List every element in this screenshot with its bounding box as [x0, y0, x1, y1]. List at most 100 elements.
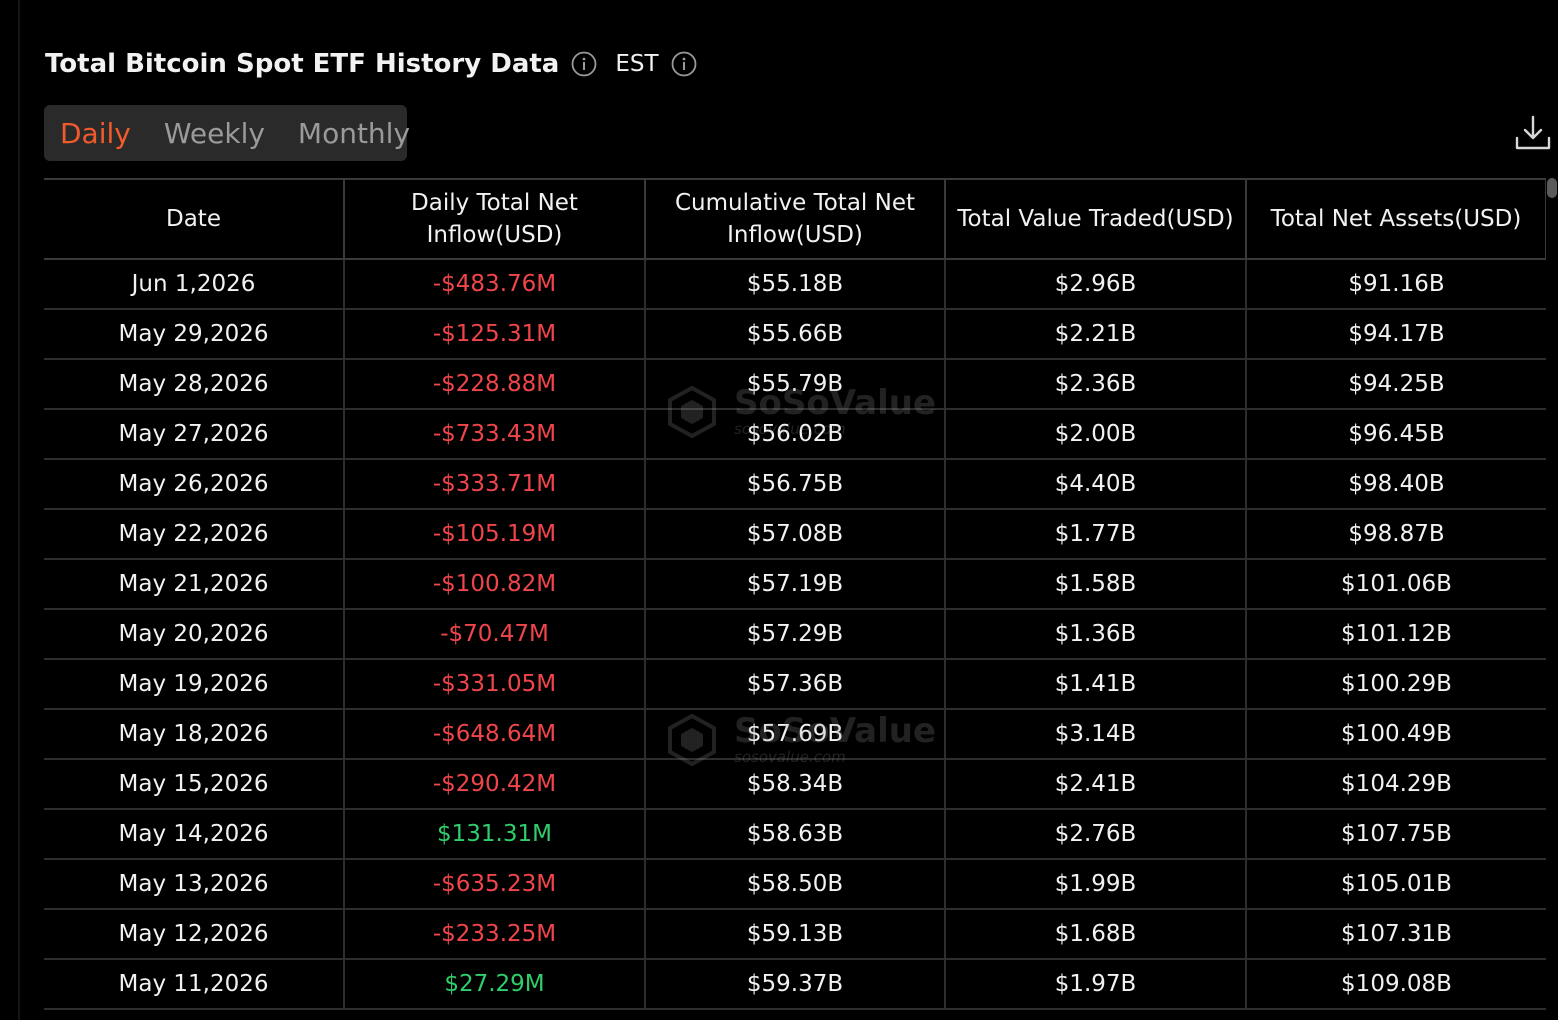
cell-daily-net-inflow: -$228.88M	[344, 359, 646, 410]
cell-value-traded: $2.36B	[945, 359, 1247, 410]
cell-value-traded: $4.40B	[945, 459, 1247, 510]
table-row: May 20,2026 -$70.47M $57.29B $1.36B $101.12B	[44, 609, 1546, 660]
cell-cumulative-net-inflow: $58.34B	[645, 759, 946, 810]
cell-date: May 12,2026	[44, 909, 345, 960]
column-header-value-traded[interactable]: Total Value Traded(USD)	[945, 178, 1247, 260]
cell-cumulative-net-inflow: $57.29B	[645, 609, 946, 660]
cell-date: May 13,2026	[44, 859, 345, 910]
cell-cumulative-net-inflow: $57.36B	[645, 659, 946, 710]
table-row: May 18,2026 -$648.64M $57.69B $3.14B $100.49…	[44, 709, 1546, 760]
cell-net-assets: $96.45B	[1246, 409, 1546, 460]
tab-monthly[interactable]: Monthly	[298, 117, 410, 150]
cell-value-traded: $1.36B	[945, 609, 1247, 660]
tab-weekly[interactable]: Weekly	[164, 117, 265, 150]
cell-daily-net-inflow: $131.31M	[344, 809, 646, 860]
cell-net-assets: $101.12B	[1246, 609, 1546, 660]
table-body: Jun 1,2026 -$483.76M $55.18B $2.96B $91.16B M…	[44, 259, 1546, 1010]
etf-history-panel: Total Bitcoin Spot ETF History Data EST …	[0, 0, 1558, 1020]
cell-daily-net-inflow: -$733.43M	[344, 409, 646, 460]
timezone-label: EST	[615, 51, 659, 77]
cell-daily-net-inflow: -$70.47M	[344, 609, 646, 660]
cell-daily-net-inflow: -$100.82M	[344, 559, 646, 610]
cell-value-traded: $2.41B	[945, 759, 1247, 810]
cell-daily-net-inflow: -$125.31M	[344, 309, 646, 360]
table-row: May 21,2026 -$100.82M $57.19B $1.58B $101.06…	[44, 559, 1546, 610]
cell-value-traded: $1.77B	[945, 509, 1247, 560]
cell-daily-net-inflow: -$635.23M	[344, 859, 646, 910]
history-table: Date Daily Total Net Inflow(USD) Cumulat…	[44, 178, 1546, 1010]
cell-daily-net-inflow: -$233.25M	[344, 909, 646, 960]
cell-net-assets: $91.16B	[1246, 259, 1546, 310]
cell-net-assets: $94.17B	[1246, 309, 1546, 360]
cell-value-traded: $1.99B	[945, 859, 1247, 910]
cell-value-traded: $2.96B	[945, 259, 1247, 310]
cell-cumulative-net-inflow: $58.63B	[645, 809, 946, 860]
cell-net-assets: $104.29B	[1246, 759, 1546, 810]
cell-cumulative-net-inflow: $59.13B	[645, 909, 946, 960]
cell-net-assets: $100.29B	[1246, 659, 1546, 710]
cell-value-traded: $1.58B	[945, 559, 1247, 610]
table-row: May 27,2026 -$733.43M $56.02B $2.00B $96.45B	[44, 409, 1546, 460]
cell-date: Jun 1,2026	[44, 259, 345, 310]
cell-cumulative-net-inflow: $58.50B	[645, 859, 946, 910]
cell-cumulative-net-inflow: $55.18B	[645, 259, 946, 310]
cell-cumulative-net-inflow: $57.69B	[645, 709, 946, 760]
table-row: Jun 1,2026 -$483.76M $55.18B $2.96B $91.16B	[44, 259, 1546, 310]
cell-date: May 27,2026	[44, 409, 345, 460]
cell-net-assets: $107.75B	[1246, 809, 1546, 860]
cell-date: May 21,2026	[44, 559, 345, 610]
table-row: May 13,2026 -$635.23M $58.50B $1.99B $105.01…	[44, 859, 1546, 910]
cell-cumulative-net-inflow: $56.75B	[645, 459, 946, 510]
cell-cumulative-net-inflow: $59.37B	[645, 959, 946, 1010]
cell-net-assets: $100.49B	[1246, 709, 1546, 760]
header: Total Bitcoin Spot ETF History Data EST	[45, 44, 697, 84]
cell-value-traded: $2.00B	[945, 409, 1247, 460]
cell-daily-net-inflow: -$331.05M	[344, 659, 646, 710]
tab-daily[interactable]: Daily	[60, 117, 131, 150]
history-table-container: Date Daily Total Net Inflow(USD) Cumulat…	[44, 178, 1546, 1020]
table-row: May 14,2026 $131.31M $58.63B $2.76B $107.75B	[44, 809, 1546, 860]
cell-date: May 28,2026	[44, 359, 345, 410]
cell-net-assets: $107.31B	[1246, 909, 1546, 960]
cell-date: May 19,2026	[44, 659, 345, 710]
download-icon[interactable]	[1514, 114, 1552, 152]
table-scrollbar[interactable]	[1546, 178, 1558, 1020]
column-header-daily-net-inflow[interactable]: Daily Total Net Inflow(USD)	[344, 178, 646, 260]
scrollbar-thumb[interactable]	[1547, 178, 1557, 198]
cell-value-traded: $1.97B	[945, 959, 1247, 1010]
page-title: Total Bitcoin Spot ETF History Data	[45, 49, 560, 79]
cell-daily-net-inflow: -$333.71M	[344, 459, 646, 510]
cell-date: May 29,2026	[44, 309, 345, 360]
timezone-info-icon[interactable]	[671, 51, 697, 77]
cell-cumulative-net-inflow: $57.19B	[645, 559, 946, 610]
column-header-date[interactable]: Date	[44, 178, 345, 260]
cell-net-assets: $105.01B	[1246, 859, 1546, 910]
table-row: May 28,2026 -$228.88M $55.79B $2.36B $94.25B	[44, 359, 1546, 410]
column-header-net-assets[interactable]: Total Net Assets(USD)	[1246, 178, 1546, 260]
cell-date: May 15,2026	[44, 759, 345, 810]
cell-date: May 14,2026	[44, 809, 345, 860]
table-row: May 12,2026 -$233.25M $59.13B $1.68B $107.31…	[44, 909, 1546, 960]
cell-date: May 18,2026	[44, 709, 345, 760]
cell-date: May 26,2026	[44, 459, 345, 510]
cell-value-traded: $2.76B	[945, 809, 1247, 860]
cell-net-assets: $98.40B	[1246, 459, 1546, 510]
period-tabs: Daily Weekly Monthly	[44, 105, 410, 161]
cell-daily-net-inflow: -$483.76M	[344, 259, 646, 310]
cell-daily-net-inflow: -$648.64M	[344, 709, 646, 760]
left-divider	[18, 0, 20, 1020]
info-circle-icon[interactable]	[571, 51, 597, 77]
table-row: May 29,2026 -$125.31M $55.66B $2.21B $94.17B	[44, 309, 1546, 360]
column-header-cumulative-net-inflow[interactable]: Cumulative Total Net Inflow(USD)	[645, 178, 946, 260]
cell-value-traded: $2.21B	[945, 309, 1247, 360]
cell-date: May 22,2026	[44, 509, 345, 560]
table-row: May 19,2026 -$331.05M $57.36B $1.41B $100.29…	[44, 659, 1546, 710]
cell-daily-net-inflow: -$290.42M	[344, 759, 646, 810]
cell-date: May 11,2026	[44, 959, 345, 1010]
table-row: May 22,2026 -$105.19M $57.08B $1.77B $98.87B	[44, 509, 1546, 560]
table-row: May 15,2026 -$290.42M $58.34B $2.41B $104.29…	[44, 759, 1546, 810]
cell-net-assets: $101.06B	[1246, 559, 1546, 610]
table-header-row: Date Daily Total Net Inflow(USD) Cumulat…	[44, 178, 1546, 260]
cell-net-assets: $98.87B	[1246, 509, 1546, 560]
cell-value-traded: $1.41B	[945, 659, 1247, 710]
